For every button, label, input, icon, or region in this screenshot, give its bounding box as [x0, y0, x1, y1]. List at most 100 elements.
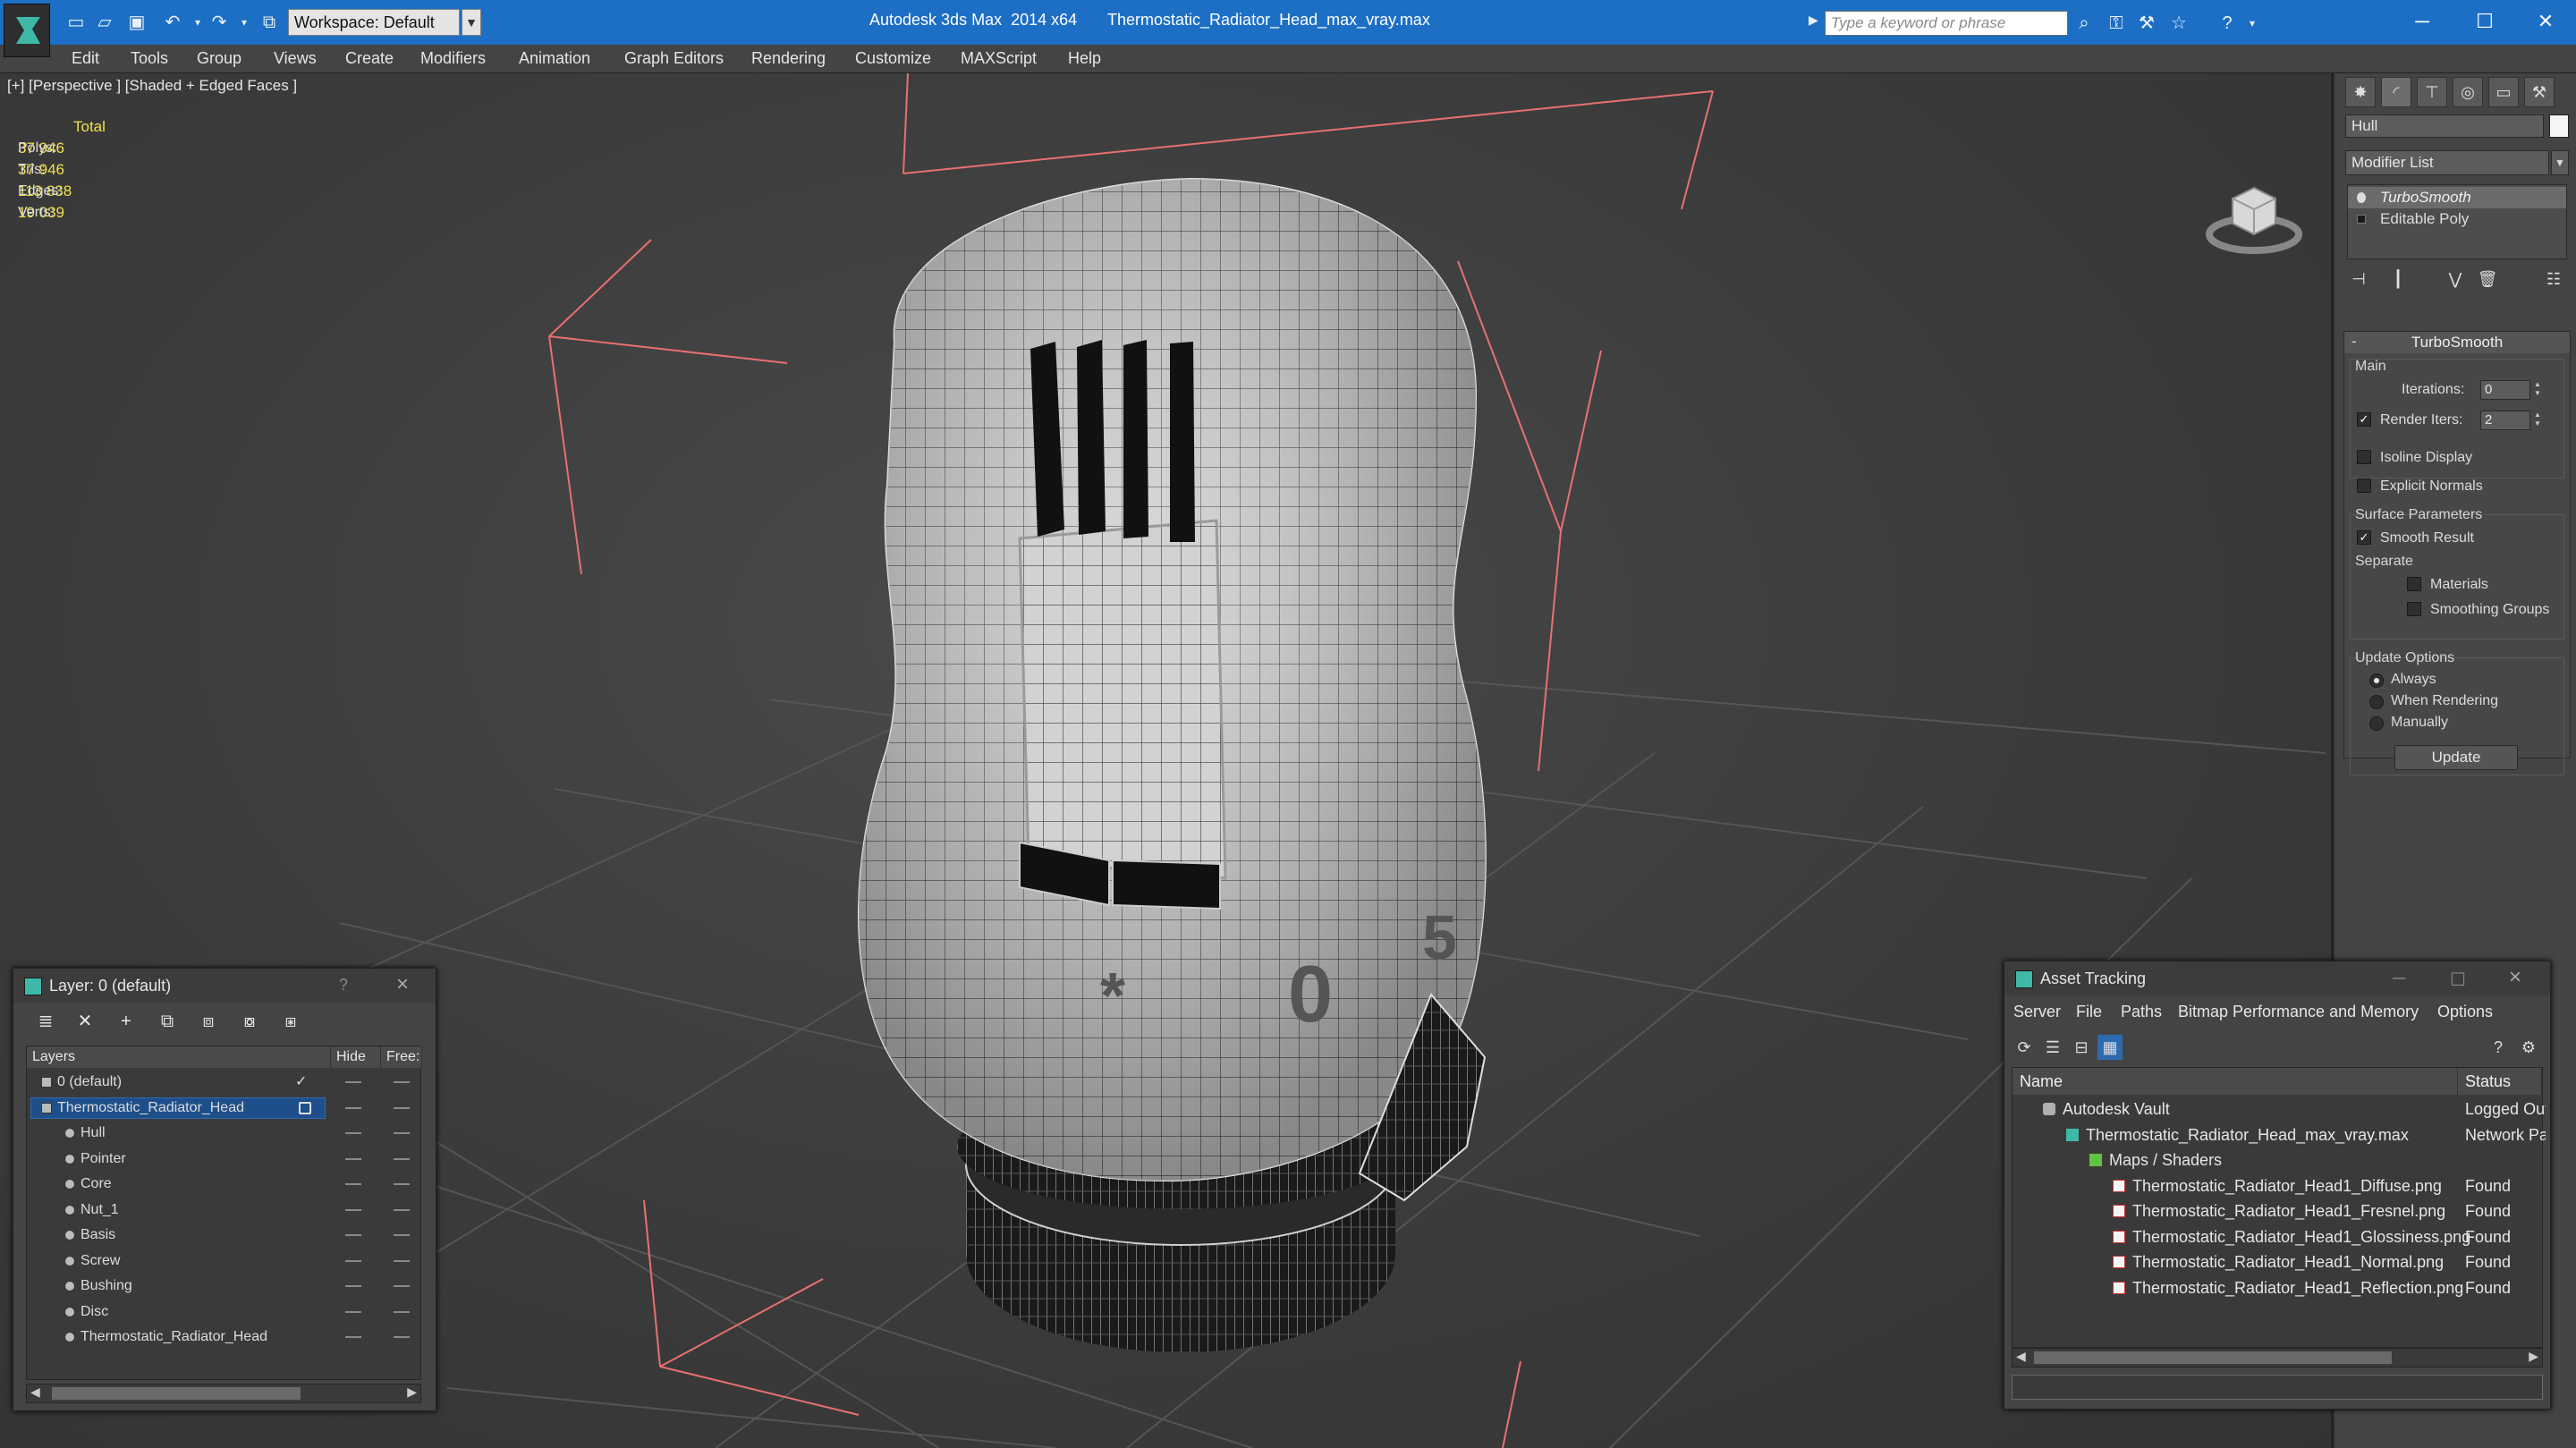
- undo-dropdown-icon[interactable]: ▾: [186, 11, 209, 34]
- close-icon[interactable]: ×: [396, 972, 409, 997]
- delete-layer-icon[interactable]: ✕: [69, 1008, 101, 1035]
- explicit-normals-checkbox[interactable]: [2357, 478, 2371, 493]
- modify-tab-icon[interactable]: ◜: [2381, 77, 2411, 107]
- settings-icon[interactable]: ⚙: [2516, 1035, 2541, 1060]
- update-manually-radio[interactable]: [2369, 716, 2384, 731]
- col-hide-header[interactable]: Hide: [331, 1046, 381, 1068]
- scroll-right-icon[interactable]: ▶: [2529, 1349, 2538, 1364]
- materials-checkbox[interactable]: [2407, 577, 2421, 591]
- app-logo-button[interactable]: [4, 4, 50, 57]
- asset-row[interactable]: Autodesk Vault Logged Out: [2012, 1097, 2546, 1122]
- configure-sets-icon[interactable]: ☷: [2540, 267, 2567, 292]
- render-iters-spinner-arrows-icon[interactable]: ▲ ▼: [2532, 411, 2543, 430]
- col-name-header[interactable]: Name: [2012, 1068, 2458, 1095]
- table-view-icon[interactable]: ▦: [2097, 1035, 2123, 1060]
- menu-modifiers[interactable]: Modifiers: [420, 49, 486, 68]
- iterations-spinner-arrows-icon[interactable]: ▲ ▼: [2532, 380, 2543, 400]
- freeze-toggle[interactable]: [394, 1157, 410, 1160]
- favorites-star-icon[interactable]: ☆: [2166, 11, 2191, 36]
- smoothing-groups-checkbox[interactable]: [2407, 602, 2421, 616]
- tree-view-icon[interactable]: ⊟: [2069, 1035, 2094, 1060]
- object-row[interactable]: Disc: [27, 1300, 420, 1325]
- layer-row[interactable]: 0 (default) ✓: [27, 1070, 420, 1095]
- smooth-result-checkbox[interactable]: ✓: [2357, 530, 2371, 545]
- iterations-spinner[interactable]: 0: [2480, 380, 2530, 400]
- save-file-icon[interactable]: ▣: [125, 11, 148, 34]
- create-tab-icon[interactable]: ✸: [2345, 77, 2376, 107]
- isoline-display-checkbox[interactable]: [2357, 450, 2371, 464]
- freeze-toggle[interactable]: [394, 1259, 410, 1262]
- make-unique-icon[interactable]: ⋁: [2442, 267, 2469, 292]
- freeze-toggle[interactable]: [394, 1234, 410, 1236]
- scrollbar-thumb[interactable]: [2034, 1351, 2392, 1364]
- update-when-rendering-radio[interactable]: [2369, 695, 2384, 709]
- menu-group[interactable]: Group: [197, 49, 242, 68]
- col-status-header[interactable]: Status: [2458, 1068, 2542, 1095]
- menu-options[interactable]: Options: [2437, 1003, 2493, 1021]
- set-active-icon[interactable]: [299, 1101, 311, 1114]
- menu-rendering[interactable]: Rendering: [751, 49, 826, 68]
- menu-maxscript[interactable]: MAXScript: [961, 49, 1037, 68]
- hide-toggle[interactable]: [345, 1081, 361, 1083]
- menu-views[interactable]: Views: [274, 49, 317, 68]
- object-row[interactable]: Thermostatic_Radiator_Head: [27, 1325, 420, 1350]
- show-end-result-icon[interactable]: ┃: [2385, 267, 2411, 292]
- freeze-toggle[interactable]: [394, 1106, 410, 1109]
- help-icon[interactable]: ?: [339, 976, 348, 995]
- hide-toggle[interactable]: [345, 1285, 361, 1287]
- help-dropdown-icon[interactable]: ▾: [2240, 11, 2265, 36]
- lightbulb-icon[interactable]: [2357, 192, 2366, 203]
- hide-toggle[interactable]: [345, 1234, 361, 1236]
- project-folder-icon[interactable]: ⧉: [258, 11, 281, 34]
- expand-box-icon[interactable]: [2357, 215, 2366, 224]
- open-file-icon[interactable]: ▱: [93, 11, 116, 34]
- redo-dropdown-icon[interactable]: ▾: [233, 11, 256, 34]
- scroll-left-icon[interactable]: ◀: [2016, 1349, 2026, 1364]
- menu-customize[interactable]: Customize: [855, 49, 931, 68]
- subscription-icon[interactable]: ⚒: [2134, 11, 2159, 36]
- asset-horizontal-scrollbar[interactable]: ◀ ▶: [2012, 1348, 2543, 1368]
- new-file-icon[interactable]: ▭: [64, 11, 88, 34]
- asset-row[interactable]: Thermostatic_Radiator_Head_max_vray.max N…: [2012, 1122, 2546, 1147]
- menu-help[interactable]: Help: [1068, 49, 1101, 68]
- layer-panel-titlebar[interactable]: Layer: 0 (default) ? ×: [13, 969, 436, 1003]
- minimize-icon[interactable]: ─: [2393, 969, 2405, 989]
- asset-path-field[interactable]: [2012, 1375, 2543, 1400]
- menu-paths[interactable]: Paths: [2121, 1003, 2162, 1021]
- freeze-toggle[interactable]: [394, 1208, 410, 1211]
- freeze-toggle[interactable]: [394, 1081, 410, 1083]
- update-button[interactable]: Update: [2394, 745, 2518, 770]
- highlight-layer-icon[interactable]: ⧈: [192, 1008, 225, 1035]
- undo-icon[interactable]: ↶: [161, 11, 184, 34]
- hide-toggle[interactable]: [345, 1336, 361, 1338]
- hide-toggle[interactable]: [345, 1106, 361, 1109]
- layer-horizontal-scrollbar[interactable]: ◀ ▶: [26, 1384, 421, 1403]
- hide-toggle[interactable]: [345, 1157, 361, 1160]
- create-layer-icon[interactable]: ≣: [30, 1008, 62, 1035]
- render-iters-checkbox[interactable]: ✓: [2357, 412, 2371, 427]
- modifier-list-dropdown[interactable]: Modifier List: [2345, 150, 2549, 175]
- select-in-layer-icon[interactable]: ⧉: [151, 1008, 183, 1035]
- asset-row[interactable]: Thermostatic_Radiator_Head1_Fresnel.png F…: [2012, 1198, 2542, 1224]
- menu-bitmap-performance[interactable]: Bitmap Performance and Memory: [2178, 1003, 2419, 1021]
- asset-row[interactable]: Thermostatic_Radiator_Head1_Glossiness.p…: [2012, 1224, 2542, 1249]
- scroll-right-icon[interactable]: ▶: [407, 1384, 417, 1400]
- list-view-icon[interactable]: ☰: [2040, 1035, 2065, 1060]
- freeze-toggle[interactable]: [394, 1310, 410, 1313]
- workspace-dropdown-arrow-icon[interactable]: ▼: [462, 9, 481, 36]
- menu-graph-editors[interactable]: Graph Editors: [624, 49, 724, 68]
- freeze-toggle[interactable]: [394, 1132, 410, 1134]
- viewport-label[interactable]: [+] [Perspective ] [Shaded + Edged Faces…: [7, 77, 297, 95]
- render-iters-spinner[interactable]: 2: [2480, 411, 2530, 430]
- hide-toggle[interactable]: [345, 1259, 361, 1262]
- minimize-button[interactable]: ─: [2404, 5, 2440, 38]
- object-row[interactable]: Pointer: [27, 1147, 420, 1172]
- redo-icon[interactable]: ↷: [208, 11, 231, 34]
- hide-toggle[interactable]: [345, 1132, 361, 1134]
- key-icon[interactable]: ⚿: [2104, 11, 2129, 36]
- scrollbar-thumb[interactable]: [52, 1387, 301, 1400]
- utilities-tab-icon[interactable]: ⚒: [2524, 77, 2555, 107]
- col-layers-header[interactable]: Layers: [27, 1046, 331, 1068]
- freeze-toggle[interactable]: [394, 1336, 410, 1338]
- menu-server[interactable]: Server: [2013, 1003, 2061, 1021]
